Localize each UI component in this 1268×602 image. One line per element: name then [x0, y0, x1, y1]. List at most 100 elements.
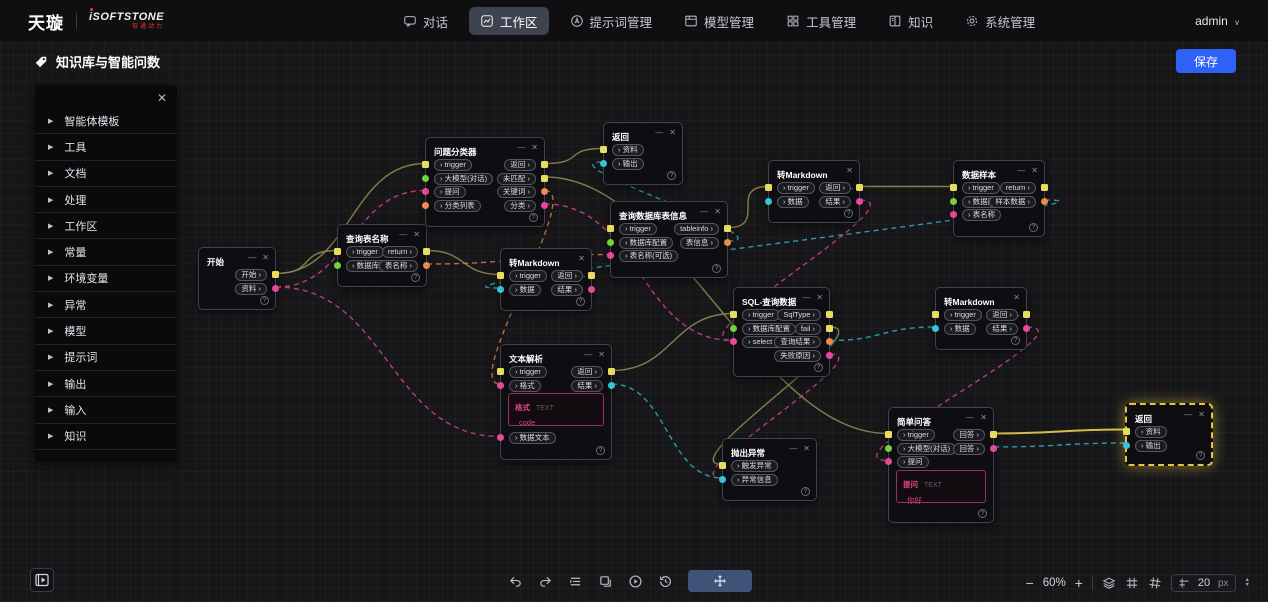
caret-right-icon[interactable]: ▶: [48, 432, 53, 440]
grid-size-input[interactable]: [1195, 577, 1213, 589]
port-触发异常[interactable]: › 触发异常: [731, 460, 778, 472]
port-connector[interactable]: [541, 161, 548, 168]
palette-item-输出[interactable]: ▶输出: [35, 371, 177, 397]
node-close-icon[interactable]: ✕: [1031, 165, 1038, 176]
port-connector[interactable]: [607, 252, 614, 259]
port-connector[interactable]: [607, 225, 614, 232]
workflow-canvas[interactable]: 开始✕—开始 ›资料 ›?查询表名称✕—› triggerreturn ›› 数…: [0, 0, 1268, 602]
node-开始[interactable]: 开始✕—开始 ›资料 ›?: [198, 247, 276, 310]
palette-item-工作区[interactable]: ▶工作区: [35, 213, 177, 239]
nav-item-model[interactable]: 模型管理: [673, 7, 765, 35]
node-help-icon[interactable]: ?: [1196, 451, 1205, 460]
port-connector[interactable]: [885, 458, 892, 465]
port-connector[interactable]: [856, 184, 863, 191]
snap-object-button[interactable]: [1148, 576, 1162, 590]
port-输出[interactable]: › 输出: [612, 158, 644, 170]
nav-item-prompt[interactable]: 提示词管理: [559, 7, 664, 35]
port-connector[interactable]: [272, 271, 279, 278]
palette-item-常量[interactable]: ▶常量: [35, 239, 177, 265]
node-close-icon[interactable]: ✕: [262, 252, 269, 263]
palette-item-输入[interactable]: ▶输入: [35, 397, 177, 423]
port-返回[interactable]: 返回 ›: [986, 309, 1018, 321]
snap-grid-button[interactable]: [1125, 576, 1139, 590]
port-connector[interactable]: [932, 311, 939, 318]
caret-right-icon[interactable]: ▶: [48, 196, 53, 204]
node-转Markdown[interactable]: 转Markdown✕—› trigger返回 ›› 数据结果 ›?: [500, 248, 592, 311]
palette-item-知识[interactable]: ▶知识: [35, 424, 177, 450]
port-大模型(对话)[interactable]: › 大模型(对话): [434, 173, 493, 185]
node-close-icon[interactable]: ✕: [714, 206, 721, 217]
stepper-down-icon[interactable]: ▼: [1245, 583, 1250, 588]
node-help-icon[interactable]: ?: [596, 446, 605, 455]
port-connector[interactable]: [600, 146, 607, 153]
node-help-icon[interactable]: ?: [1011, 336, 1020, 345]
port-数据[interactable]: › 数据: [509, 284, 541, 296]
node-close-icon[interactable]: ✕: [803, 443, 810, 454]
palette-item-环境变量[interactable]: ▶环境变量: [35, 266, 177, 292]
port-connector[interactable]: [422, 202, 429, 209]
caret-right-icon[interactable]: ▶: [48, 169, 53, 177]
port-connector[interactable]: [422, 188, 429, 195]
port-connector[interactable]: [950, 211, 957, 218]
node-查询数据库表信息[interactable]: 查询数据库表信息✕—› triggertableinfo ›› 数据库配置表信息…: [610, 201, 728, 278]
port-connector[interactable]: [497, 272, 504, 279]
port-connector[interactable]: [1023, 311, 1030, 318]
palette-item-模型[interactable]: ▶模型: [35, 318, 177, 344]
port-提问[interactable]: › 提问: [897, 456, 929, 468]
node-help-icon[interactable]: ?: [814, 363, 823, 372]
nav-item-tools[interactable]: 工具管理: [775, 7, 867, 35]
port-数据[interactable]: › 数据: [777, 196, 809, 208]
port-connector[interactable]: [765, 184, 772, 191]
node-help-icon[interactable]: ?: [411, 273, 420, 282]
port-格式[interactable]: › 格式: [509, 380, 541, 392]
node-问题分类器[interactable]: 问题分类器✕—› trigger返回 ›› 大模型(对话)未匹配 ›› 提问关键…: [425, 137, 545, 227]
port-connector[interactable]: [932, 325, 939, 332]
port-connector[interactable]: [422, 175, 429, 182]
node-返回[interactable]: 返回✕—› 资料› 输出?: [1125, 403, 1213, 466]
port-connector[interactable]: [990, 431, 997, 438]
caret-right-icon[interactable]: ▶: [48, 380, 53, 388]
port-connector[interactable]: [1041, 184, 1048, 191]
node-close-icon[interactable]: ✕: [816, 292, 823, 303]
port-connector[interactable]: [1123, 428, 1130, 435]
port-connector[interactable]: [423, 248, 430, 255]
port-fail[interactable]: fail ›: [795, 323, 821, 335]
port-trigger[interactable]: › trigger: [742, 309, 780, 321]
node-SQL-查询数据[interactable]: SQL-查询数据✕—› triggerSqlType ›› 数据库配置fail …: [733, 287, 830, 377]
port-connector[interactable]: [1123, 442, 1130, 449]
zoom-in-button[interactable]: +: [1075, 575, 1083, 591]
port-connector[interactable]: [724, 225, 731, 232]
port-connector[interactable]: [719, 462, 726, 469]
nav-item-workspace[interactable]: 工作区: [469, 7, 549, 35]
node-minimize-icon[interactable]: —: [517, 142, 525, 153]
port-trigger[interactable]: › trigger: [346, 246, 384, 258]
port-回答[interactable]: 回答 ›: [953, 443, 985, 455]
copy-button[interactable]: [598, 574, 613, 589]
port-connector[interactable]: [423, 262, 430, 269]
caret-right-icon[interactable]: ▶: [48, 327, 53, 335]
caret-right-icon[interactable]: ▶: [48, 248, 53, 256]
caret-right-icon[interactable]: ▶: [48, 301, 53, 309]
port-connector[interactable]: [541, 202, 548, 209]
port-输出[interactable]: › 输出: [1135, 440, 1167, 452]
port-数据库配置[interactable]: › 数据库配置: [619, 237, 673, 249]
port-查询结果[interactable]: 查询结果 ›: [774, 336, 821, 348]
node-help-icon[interactable]: ?: [1029, 223, 1038, 232]
port-connector[interactable]: [497, 434, 504, 441]
save-button[interactable]: 保存: [1176, 49, 1236, 73]
port-trigger[interactable]: › trigger: [962, 182, 1000, 194]
node-转Markdown[interactable]: 转Markdown✕—› trigger返回 ›› 数据结果 ›?: [768, 160, 860, 223]
port-connector[interactable]: [607, 239, 614, 246]
port-connector[interactable]: [422, 161, 429, 168]
node-转Markdown[interactable]: 转Markdown✕—› trigger返回 ›› 数据结果 ›?: [935, 287, 1027, 350]
palette-item-文档[interactable]: ▶文档: [35, 161, 177, 187]
port-资料[interactable]: 资料 ›: [235, 283, 267, 295]
node-minimize-icon[interactable]: —: [802, 292, 810, 303]
port-connector[interactable]: [334, 262, 341, 269]
port-connector[interactable]: [826, 352, 833, 359]
port-返回[interactable]: 返回 ›: [571, 366, 603, 378]
port-return[interactable]: return ›: [1000, 182, 1036, 194]
palette-item-工具[interactable]: ▶工具: [35, 134, 177, 160]
caret-right-icon[interactable]: ▶: [48, 274, 53, 282]
port-表名称[interactable]: › 表名称: [962, 209, 1001, 221]
